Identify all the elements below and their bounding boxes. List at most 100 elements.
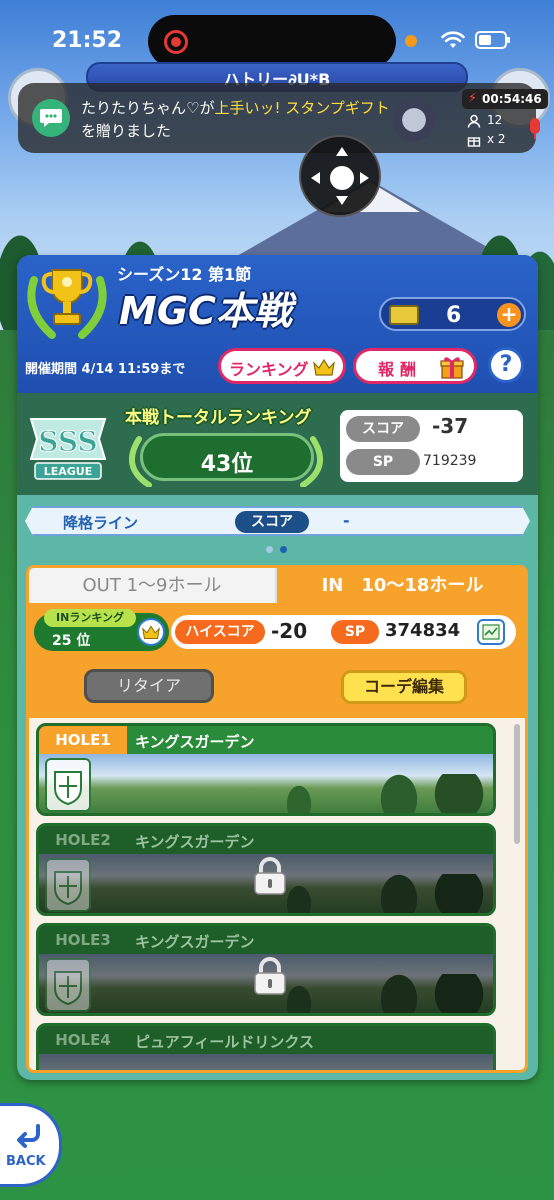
demotion-score-label: スコア [235,511,309,533]
back-label: BACK [6,1154,46,1169]
notification-gift-name: 上手いッ! スタンプギフト [214,99,390,117]
kings-crest-icon [45,958,91,1012]
arrow-right-icon[interactable] [360,172,369,184]
event-panel: シーズン12 第1節 MGC本戦 6 + 開催期間 4/14 11:59まで ラ… [17,255,538,1080]
chat-bubble-icon [32,99,70,137]
streamer-avatar [373,93,455,153]
in-summary: INランキング 25 位 ハイスコア -20 SP 374834 リタイア コー… [29,603,525,718]
ticket-icon [389,305,419,325]
hole-list[interactable]: HOLE1 キングスガーデン HOLE2 キングスガーデン HOLE3 キングス… [29,718,525,1070]
lock-icon [254,857,286,895]
hole-course-name: キングスガーデン [135,833,255,851]
mic-indicator-icon [405,35,417,47]
demotion-line-bar: 降格ライン スコア - [25,506,530,536]
sp-label: SP [346,449,420,475]
in-ranking-value: 25 位 [52,633,91,649]
add-ticket-button[interactable]: + [497,303,521,327]
ticket-counter: 6 + [379,297,526,331]
crown-icon [137,618,165,646]
kings-crest-icon [45,758,91,812]
hole-course-image [39,1054,493,1070]
bolt-icon: ⚡ [468,91,478,106]
reward-button[interactable]: 報酬 [353,348,477,384]
hole-list-scrollbar[interactable] [514,724,520,844]
hole-header: HOLE3 キングスガーデン [39,926,493,954]
hole-tabs: OUT 1～9ホール IN 10～18ホール INランキング 25 位 ハイスコ… [26,565,528,1073]
status-time: 21:52 [52,28,123,53]
ranking-button[interactable]: ランキング [218,348,346,384]
recording-icon [164,30,188,54]
total-sp-value: 719239 [423,453,477,469]
crown-icon [313,358,335,376]
ranking-button-label: ランキング [229,360,309,379]
viewer-count: 12 [487,113,503,127]
notification-line2: を贈りました [81,122,172,140]
hole-card-4[interactable]: HOLE4 ピュアフィールドリンクス [36,1023,496,1070]
total-rank-value: 43位 [200,452,254,477]
hole-header: HOLE4 ピュアフィールドリンクス [39,1026,493,1054]
in-ranking-label: INランキング [44,609,136,627]
tab-out[interactable]: OUT 1～9ホール [29,568,277,603]
help-button[interactable]: ? [488,347,524,383]
score-label: スコア [346,416,420,442]
arrow-up-icon[interactable] [336,147,348,156]
scorecard-icon[interactable] [477,619,505,645]
event-title: MGC本戦 [119,289,292,333]
hole-course-name: ピュアフィールドリンクス [135,1033,314,1051]
gift-count: x 2 [487,132,506,146]
dpad-center-button[interactable] [330,166,354,190]
retire-button[interactable]: リタイア [84,669,214,703]
hole-card-1[interactable]: HOLE1 キングスガーデン [36,723,496,816]
page-dot-active[interactable] [280,546,287,553]
in-highscore-card: ハイスコア -20 SP 374834 [171,615,516,649]
arrow-left-icon[interactable] [311,172,320,184]
hole-header: HOLE2 キングスガーデン [39,826,493,854]
hole-number: HOLE4 [39,1026,127,1054]
kings-crest-icon [45,858,91,912]
in-ranking-pill[interactable]: INランキング 25 位 [34,609,169,651]
total-score-value: -37 [432,414,469,438]
gift-box-icon [440,357,464,379]
wifi-icon [441,31,465,48]
gift-notification[interactable]: たりたりちゃん♡が上手いッ! スタンプギフト を贈りました ⚡ 00:54:46… [18,83,548,153]
ticket-count: 6 [446,303,462,328]
arrow-down-icon[interactable] [336,196,348,205]
demotion-label: 降格ライン [63,514,139,532]
sss-league-icon: SSS LEAGUE [29,418,107,480]
hole-header: HOLE1 キングスガーデン [39,726,493,754]
highscore-value: -20 [271,619,308,643]
total-ranking-section: SSS LEAGUE 本戦トータルランキング 43位 スコア -37 SP 71… [17,393,538,495]
in-sp-value: 374834 [385,620,461,641]
tab-in[interactable]: IN 10～18ホール [277,568,525,603]
lock-icon [254,957,286,995]
stream-timer-value: 00:54:46 [482,92,542,106]
hole-card-3[interactable]: HOLE3 キングスガーデン [36,923,496,1016]
event-period: 開催期間 4/14 11:59まで [25,362,186,377]
stream-timer: ⚡ 00:54:46 [462,89,548,109]
reward-button-label: 報酬 [378,360,423,379]
hole-course-image [39,754,493,813]
svg-text:LEAGUE: LEAGUE [44,465,93,478]
notification-sender: たりたりちゃん♡が [81,99,215,117]
battery-icon [475,31,510,49]
svg-text:SSS: SSS [38,425,97,458]
highscore-label: ハイスコア [175,620,265,644]
hole-card-2[interactable]: HOLE2 キングスガーデン [36,823,496,916]
total-ranking-label: 本戦トータルランキング [125,408,312,428]
microphone-icon[interactable] [530,118,540,139]
event-header: シーズン12 第1節 MGC本戦 6 + 開催期間 4/14 11:59まで ラ… [17,255,538,393]
notification-line1: たりたりちゃん♡が上手いッ! スタンプギフト [81,97,390,118]
hole-course-name: キングスガーデン [135,933,255,951]
hole-number: HOLE2 [39,826,127,854]
outfit-edit-button[interactable]: コーデ編集 [341,670,467,704]
hole-number: HOLE3 [39,926,127,954]
page-dot[interactable] [266,546,273,553]
gift-count-icon [467,137,481,147]
page-indicator[interactable] [266,546,290,554]
dpad-control[interactable] [299,135,381,217]
hole-course-name: キングスガーデン [135,733,255,751]
back-arrow-icon [17,1124,40,1148]
trophy-icon [27,269,107,339]
demotion-score-value: - [343,511,350,530]
total-score-card: スコア -37 SP 719239 [340,410,523,482]
